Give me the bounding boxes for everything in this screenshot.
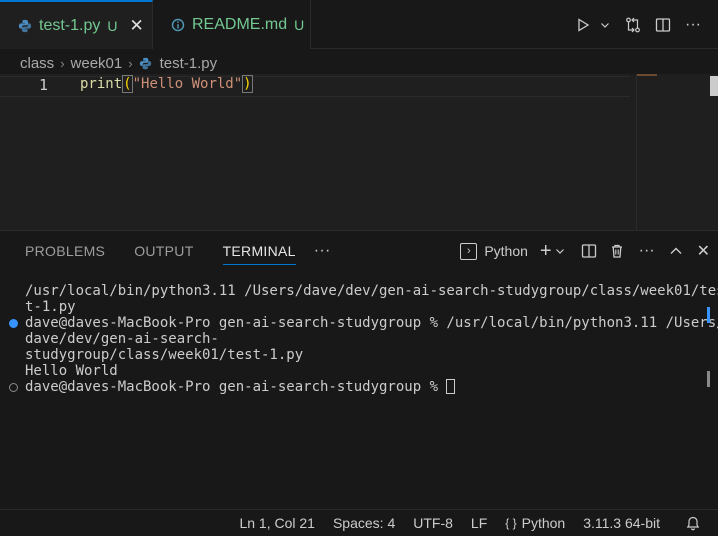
untracked-badge: U bbox=[294, 16, 305, 33]
cursor-position[interactable]: Ln 1, Col 21 bbox=[239, 515, 315, 531]
maximize-panel-chevron-up-icon[interactable] bbox=[669, 236, 683, 266]
panel-tabs: PROBLEMS OUTPUT TERMINAL ··· bbox=[0, 231, 331, 271]
line-number: 1 bbox=[38, 76, 48, 94]
tab-problems[interactable]: PROBLEMS bbox=[25, 231, 105, 271]
editor-tab-bar: test-1.py U ✕ README.md U ··· bbox=[0, 0, 718, 49]
terminal-selector[interactable]: › Python bbox=[460, 236, 528, 266]
breadcrumb-item-week01[interactable]: week01 bbox=[71, 55, 123, 72]
tab-terminal[interactable]: TERMINAL bbox=[222, 231, 296, 271]
terminal-icon: › bbox=[460, 242, 478, 260]
code-line[interactable]: print("Hello World") bbox=[80, 75, 253, 93]
terminal-line: studygroup/class/week01/test-1.py bbox=[25, 347, 304, 363]
tab-output[interactable]: OUTPUT bbox=[134, 231, 193, 271]
breadcrumb: class › week01 › test-1.py bbox=[20, 53, 217, 73]
terminal-cursor bbox=[446, 379, 456, 394]
python-icon bbox=[18, 19, 32, 32]
terminal-line: dave/dev/gen-ai-search- bbox=[25, 331, 219, 347]
terminal-line: t-1.py bbox=[25, 299, 76, 315]
tab-readme-md[interactable]: README.md U bbox=[153, 0, 311, 49]
code-editor[interactable]: 1 print("Hello World") bbox=[0, 74, 718, 230]
bottom-panel: PROBLEMS OUTPUT TERMINAL ··· › Python + … bbox=[0, 230, 718, 510]
kill-terminal-button[interactable] bbox=[609, 236, 625, 266]
minimap[interactable] bbox=[637, 74, 657, 76]
chevron-right-icon: › bbox=[60, 55, 65, 71]
breadcrumb-item-file[interactable]: test-1.py bbox=[160, 55, 218, 72]
terminal-line: /usr/local/bin/python3.11 /Users/dave/de… bbox=[25, 283, 718, 299]
split-icon bbox=[581, 244, 596, 258]
code-function: print bbox=[80, 76, 123, 92]
python-interpreter[interactable]: 3.11.3 64-bit bbox=[583, 515, 660, 531]
terminal-prompt: dave@daves-MacBook-Pro gen-ai-search-stu… bbox=[25, 379, 447, 395]
terminal-profile-chevron-icon[interactable] bbox=[555, 236, 565, 266]
code-string: "Hello World" bbox=[132, 76, 243, 92]
minimap-divider bbox=[636, 74, 637, 230]
editor-actions: ··· bbox=[568, 0, 718, 49]
command-pending-decoration[interactable] bbox=[9, 383, 18, 392]
panel-more-tabs-button[interactable]: ··· bbox=[314, 231, 331, 271]
run-menu-chevron-icon[interactable] bbox=[598, 10, 612, 40]
terminal-scrollbar-marker bbox=[707, 371, 710, 387]
encoding[interactable]: UTF-8 bbox=[413, 515, 453, 531]
code-bracket-open: ( bbox=[122, 75, 133, 93]
command-success-decoration[interactable] bbox=[9, 319, 18, 328]
trash-icon bbox=[611, 244, 622, 258]
panel-more-actions-button[interactable]: ··· bbox=[639, 236, 655, 266]
terminal-output[interactable]: /usr/local/bin/python3.11 /Users/dave/de… bbox=[0, 282, 718, 507]
language-mode[interactable]: { } Python bbox=[505, 515, 565, 531]
breadcrumb-item-class[interactable]: class bbox=[20, 55, 54, 72]
close-icon[interactable]: ✕ bbox=[129, 16, 143, 36]
split-editor-button[interactable] bbox=[648, 10, 678, 40]
status-bar: Ln 1, Col 21 Spaces: 4 UTF-8 LF { } Pyth… bbox=[0, 509, 718, 536]
tab-label: test-1.py bbox=[39, 16, 101, 34]
compare-icon bbox=[626, 17, 640, 32]
code-bracket-close: ) bbox=[242, 75, 253, 93]
language-label: Python bbox=[521, 515, 566, 531]
split-terminal-button[interactable] bbox=[581, 236, 597, 266]
notifications-bell-icon[interactable] bbox=[686, 516, 700, 531]
indentation[interactable]: Spaces: 4 bbox=[333, 515, 395, 531]
panel-actions: › Python + ··· ✕ bbox=[451, 231, 710, 271]
python-icon bbox=[139, 57, 151, 69]
chevron-right-icon: › bbox=[128, 55, 133, 71]
compare-changes-button[interactable] bbox=[618, 10, 648, 40]
new-terminal-button[interactable]: + bbox=[540, 236, 552, 266]
terminal-scrollbar-marker bbox=[707, 307, 710, 323]
tab-test-1-py[interactable]: test-1.py U ✕ bbox=[0, 0, 153, 49]
run-python-file-button[interactable] bbox=[568, 10, 598, 40]
close-panel-button[interactable]: ✕ bbox=[697, 236, 710, 266]
tab-label: README.md bbox=[192, 15, 288, 33]
more-actions-button[interactable]: ··· bbox=[678, 10, 708, 40]
info-icon bbox=[171, 18, 185, 31]
untracked-badge: U bbox=[107, 17, 118, 34]
end-of-line[interactable]: LF bbox=[471, 515, 487, 531]
terminal-prompt-line: dave@daves-MacBook-Pro gen-ai-search-stu… bbox=[25, 379, 456, 395]
editor-scrollbar[interactable] bbox=[710, 76, 718, 96]
play-icon bbox=[578, 17, 590, 32]
terminal-line: Hello World bbox=[25, 363, 118, 379]
split-icon bbox=[655, 17, 671, 32]
terminal-label: Python bbox=[484, 243, 528, 259]
braces-icon: { } bbox=[505, 516, 517, 530]
terminal-line: dave@daves-MacBook-Pro gen-ai-search-stu… bbox=[25, 315, 718, 331]
